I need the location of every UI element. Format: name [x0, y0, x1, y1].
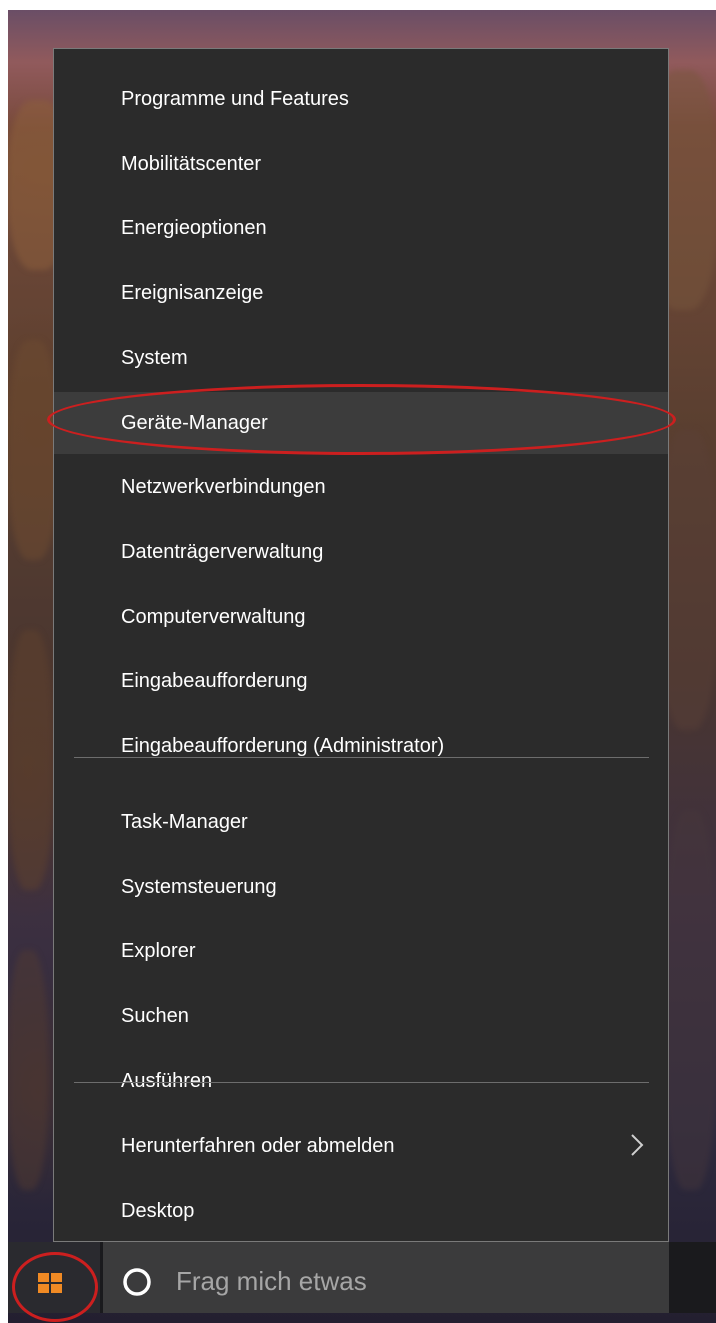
- menu-item[interactable]: Eingabeaufforderung: [54, 650, 668, 712]
- menu-item-label: System: [121, 347, 188, 369]
- menu-item-label: Task-Manager: [121, 811, 248, 833]
- annotation-ellipse-geraete-manager: [47, 384, 676, 455]
- menu-item[interactable]: Netzwerkverbindungen: [54, 456, 668, 518]
- menu-item[interactable]: Desktop: [54, 1180, 668, 1242]
- chevron-right-icon: [631, 1134, 644, 1156]
- menu-item-label: Netzwerkverbindungen: [121, 476, 326, 498]
- menu-item[interactable]: Programme und Features: [54, 68, 668, 130]
- wallpaper-rock: [8, 950, 48, 1190]
- menu-item-label: Herunterfahren oder abmelden: [121, 1135, 395, 1157]
- menu-item[interactable]: System: [54, 327, 668, 389]
- menu-item-label: Eingabeaufforderung (Administrator): [121, 735, 445, 757]
- menu-item[interactable]: Eingabeaufforderung (Administrator): [54, 715, 668, 777]
- menu-item[interactable]: Suchen: [54, 985, 668, 1047]
- wallpaper-rock: [8, 630, 53, 890]
- wallpaper-rock: [663, 810, 716, 1190]
- search-placeholder[interactable]: Frag mich etwas: [176, 1264, 367, 1298]
- menu-separator: [74, 757, 649, 758]
- wallpaper-rock: [8, 340, 58, 560]
- menu-item[interactable]: Mobilitätscenter: [54, 133, 668, 195]
- menu-item[interactable]: Ereignisanzeige: [54, 262, 668, 324]
- menu-separator: [74, 1082, 649, 1083]
- menu-item-label: Suchen: [121, 1005, 189, 1027]
- menu-item[interactable]: Computerverwaltung: [54, 586, 668, 648]
- menu-item-label: Ausführen: [121, 1070, 213, 1092]
- menu-item-label: Programme und Features: [121, 88, 349, 110]
- menu-item-label: Energieoptionen: [121, 217, 267, 239]
- menu-item-label: Eingabeaufforderung: [121, 670, 308, 692]
- menu-item[interactable]: Energieoptionen: [54, 197, 668, 259]
- menu-item-label: Computerverwaltung: [121, 606, 306, 628]
- menu-item-label: Datenträgerverwaltung: [121, 541, 324, 563]
- menu-item-label: Ereignisanzeige: [121, 282, 264, 304]
- menu-item[interactable]: Herunterfahren oder abmelden: [54, 1115, 668, 1177]
- menu-item-label: Desktop: [121, 1200, 195, 1222]
- menu-item-label: Mobilitätscenter: [121, 153, 262, 175]
- cortana-circle-icon: [123, 1268, 151, 1296]
- menu-item-label: Explorer: [121, 940, 196, 962]
- screenshot-frame: Programme und Features Mobilitätscenter En…: [0, 0, 716, 1323]
- menu-item[interactable]: Systemsteuerung: [54, 856, 668, 918]
- power-user-context-menu: Programme und Features Mobilitätscenter En…: [53, 48, 669, 1242]
- menu-item[interactable]: Task-Manager: [54, 791, 668, 853]
- menu-item[interactable]: Explorer: [54, 920, 668, 982]
- menu-item-label: Systemsteuerung: [121, 876, 277, 898]
- menu-item[interactable]: Datenträgerverwaltung: [54, 521, 668, 583]
- menu-item[interactable]: Ausführen: [54, 1050, 668, 1112]
- annotation-circle-start-button: [12, 1252, 98, 1322]
